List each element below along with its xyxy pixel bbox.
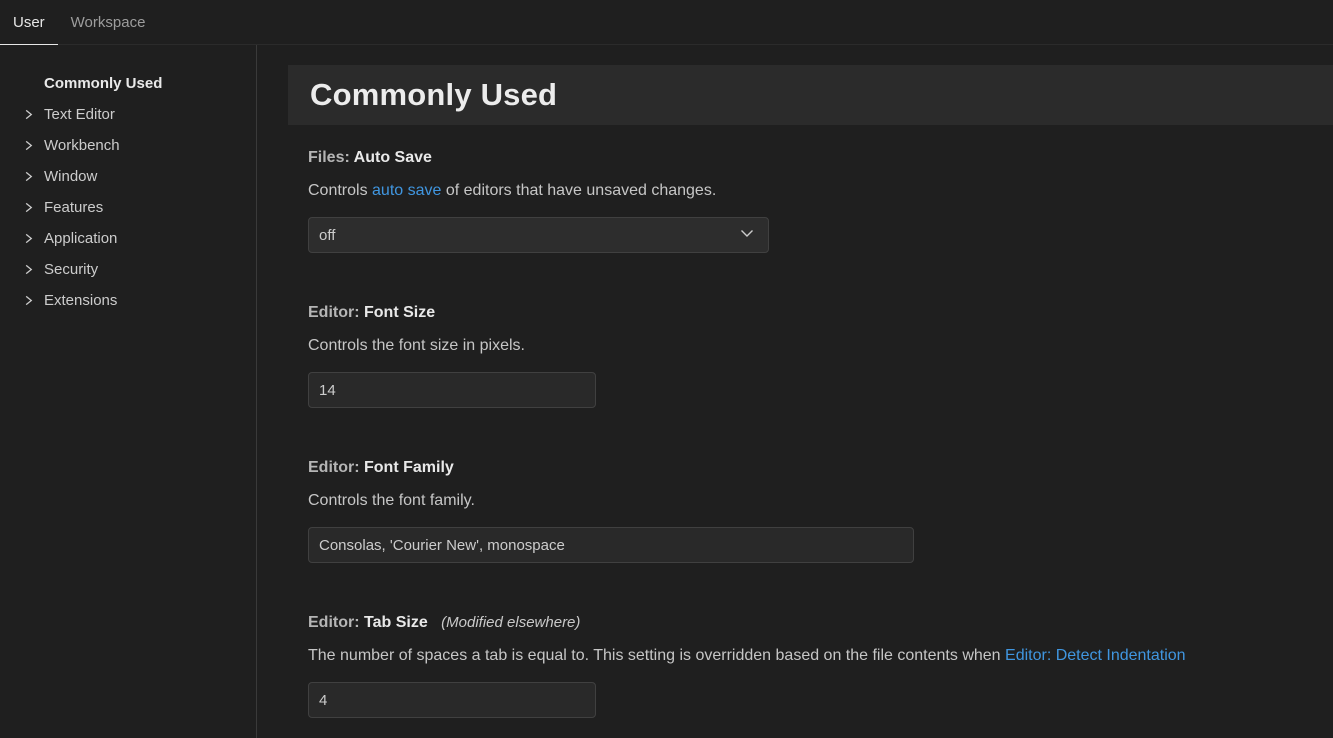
sidebar-item-window[interactable]: Window bbox=[0, 161, 256, 192]
settings-body: Commonly Used Text Editor Workbench Wind… bbox=[0, 45, 1333, 738]
sidebar-item-application[interactable]: Application bbox=[0, 223, 256, 254]
setting-category: Files: bbox=[308, 149, 350, 166]
description-text: Controls the font size in pixels. bbox=[308, 337, 525, 354]
sidebar-item-label: Workbench bbox=[44, 137, 120, 154]
sidebar-item-commonly-used[interactable]: Commonly Used bbox=[0, 68, 256, 99]
settings-list: Commonly Used Files: Auto Save Controls … bbox=[257, 45, 1333, 738]
chevron-right-icon bbox=[22, 263, 44, 276]
setting-name: Font Family bbox=[364, 459, 454, 476]
sidebar-item-security[interactable]: Security bbox=[0, 254, 256, 285]
section-heading-bar: Commonly Used bbox=[288, 65, 1333, 125]
setting-description: Controls the font family. bbox=[308, 491, 1333, 510]
settings-tree-sidebar: Commonly Used Text Editor Workbench Wind… bbox=[0, 45, 257, 738]
description-text: The number of spaces a tab is equal to. … bbox=[308, 647, 1005, 664]
chevron-right-icon bbox=[22, 232, 44, 245]
setting-row-editor-font-size: Editor: Font Size Controls the font size… bbox=[308, 303, 1333, 408]
sidebar-item-label: Text Editor bbox=[44, 106, 115, 123]
setting-description: Controls the font size in pixels. bbox=[308, 336, 1333, 355]
chevron-right-icon bbox=[22, 294, 44, 307]
detect-indentation-link[interactable]: Editor: Detect Indentation bbox=[1005, 647, 1186, 664]
setting-description: The number of spaces a tab is equal to. … bbox=[308, 646, 1333, 665]
font-family-input[interactable] bbox=[308, 527, 914, 563]
sidebar-item-label: Features bbox=[44, 199, 103, 216]
sidebar-item-label: Security bbox=[44, 261, 98, 278]
sidebar-item-features[interactable]: Features bbox=[0, 192, 256, 223]
setting-row-editor-font-family: Editor: Font Family Controls the font fa… bbox=[308, 458, 1333, 563]
setting-row-files-auto-save: Files: Auto Save Controls auto save of e… bbox=[308, 148, 1333, 253]
auto-save-select[interactable]: off bbox=[308, 217, 769, 253]
sidebar-item-label: Extensions bbox=[44, 292, 117, 309]
chevron-right-icon bbox=[22, 108, 44, 121]
sidebar-item-text-editor[interactable]: Text Editor bbox=[0, 99, 256, 130]
setting-category: Editor: bbox=[308, 459, 360, 476]
sidebar-item-label: Application bbox=[44, 230, 117, 247]
chevron-right-icon bbox=[22, 170, 44, 183]
setting-name: Tab Size bbox=[364, 614, 428, 631]
setting-title: Editor: Tab Size (Modified elsewhere) bbox=[308, 613, 1333, 632]
sidebar-item-workbench[interactable]: Workbench bbox=[0, 130, 256, 161]
setting-category: Editor: bbox=[308, 304, 360, 321]
chevron-right-icon bbox=[22, 139, 44, 152]
auto-save-link[interactable]: auto save bbox=[372, 182, 441, 199]
setting-title: Files: Auto Save bbox=[308, 148, 1333, 167]
font-size-input[interactable] bbox=[308, 372, 596, 408]
tab-workspace[interactable]: Workspace bbox=[58, 0, 159, 44]
setting-title: Editor: Font Family bbox=[308, 458, 1333, 477]
setting-name: Font Size bbox=[364, 304, 435, 321]
setting-title: Editor: Font Size bbox=[308, 303, 1333, 322]
select-value: off bbox=[319, 227, 335, 244]
chevron-down-icon bbox=[739, 225, 755, 245]
description-text: of editors that have unsaved changes. bbox=[441, 182, 716, 199]
setting-name: Auto Save bbox=[354, 149, 432, 166]
chevron-right-icon bbox=[22, 201, 44, 214]
setting-description: Controls auto save of editors that have … bbox=[308, 181, 1333, 200]
tab-size-input[interactable] bbox=[308, 682, 596, 718]
setting-category: Editor: bbox=[308, 614, 360, 631]
setting-row-editor-tab-size: Editor: Tab Size (Modified elsewhere) Th… bbox=[308, 613, 1333, 718]
page-title: Commonly Used bbox=[310, 77, 557, 113]
description-text: Controls the font family. bbox=[308, 492, 475, 509]
settings-scope-tabbar: User Workspace bbox=[0, 0, 1333, 45]
sidebar-item-label: Commonly Used bbox=[44, 75, 162, 92]
sidebar-item-extensions[interactable]: Extensions bbox=[0, 285, 256, 316]
tab-user[interactable]: User bbox=[0, 0, 58, 44]
description-text: Controls bbox=[308, 182, 372, 199]
modified-elsewhere-note: (Modified elsewhere) bbox=[441, 614, 580, 631]
sidebar-item-label: Window bbox=[44, 168, 97, 185]
